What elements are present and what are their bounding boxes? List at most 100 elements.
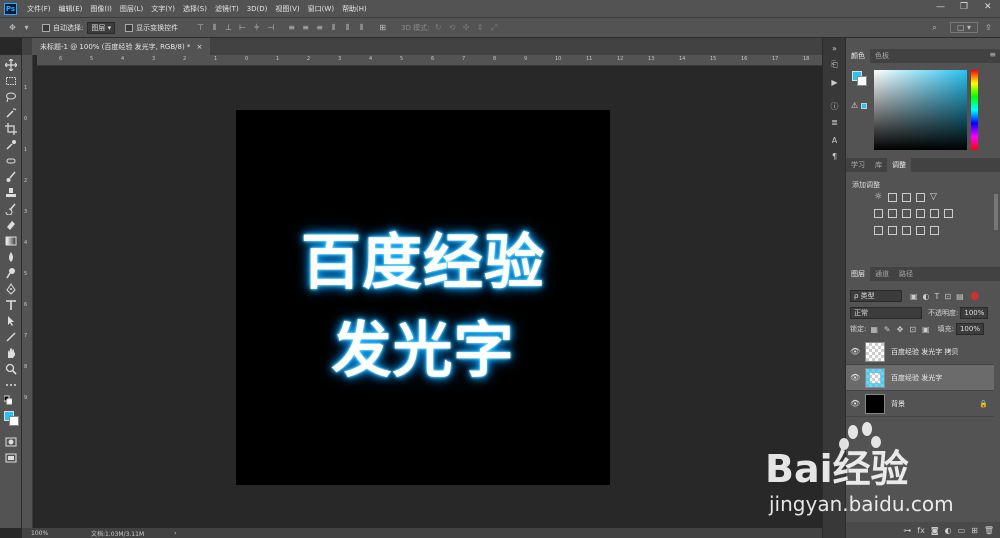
layer-name[interactable]: 百度经验 发光字 [891, 373, 942, 383]
auto-select-checkbox[interactable] [42, 23, 50, 32]
panel-menu-icon[interactable]: ≡ [989, 50, 996, 59]
scale-3d-icon[interactable]: ⤢ [490, 23, 499, 32]
chevron-down-icon[interactable]: ▾ [22, 23, 31, 32]
color-swatches[interactable] [4, 411, 20, 427]
tab-adjustments[interactable]: 调整 [887, 158, 911, 172]
canvas-workspace[interactable]: 百度经验 发光字 [33, 66, 822, 528]
new-adjustment-icon[interactable]: ◐ [945, 526, 952, 535]
gradient-tool-icon[interactable] [4, 234, 18, 248]
paragraph-panel-icon[interactable]: ¶ [828, 150, 841, 163]
posterize-icon[interactable] [888, 226, 897, 235]
threshold-icon[interactable] [902, 226, 911, 235]
search-icon[interactable]: ⌕ [930, 23, 939, 32]
layer-name[interactable]: 背景 [891, 399, 905, 409]
levels-icon[interactable] [888, 193, 897, 202]
eyedropper-tool-icon[interactable] [4, 138, 18, 152]
adjust-panel-scrollbar[interactable] [994, 194, 998, 230]
curves-icon[interactable] [902, 193, 911, 202]
black-white-icon[interactable] [902, 209, 911, 218]
lasso-tool-icon[interactable] [4, 90, 18, 104]
menu-layer[interactable]: 图层(L) [116, 4, 147, 14]
tab-libraries[interactable]: 库 [870, 158, 887, 172]
color-lookup-icon[interactable] [944, 209, 953, 218]
invert-icon[interactable] [874, 226, 883, 235]
distribute-bottom-icon[interactable]: ≡ [315, 23, 324, 32]
layer-row-selected[interactable]: 👁 百度经验 发光字 [846, 365, 994, 391]
history-panel-icon[interactable]: ⎗ [828, 58, 841, 71]
background-color-swatch[interactable] [9, 416, 19, 426]
lock-options-icons[interactable]: ▦✎✥⊡▣ [870, 325, 935, 334]
layer-style-icon[interactable]: fx [917, 526, 925, 535]
document-tab[interactable]: 未标题-1 @ 100% (百度经验 发光字, RGB/8) * × [32, 38, 211, 55]
zoom-level[interactable]: 100% [31, 530, 71, 537]
more-tools-icon[interactable] [4, 378, 18, 392]
healing-brush-tool-icon[interactable] [4, 154, 18, 168]
blur-tool-icon[interactable] [4, 250, 18, 264]
align-top-icon[interactable]: ⊤ [196, 23, 205, 32]
hue-saturation-icon[interactable] [874, 209, 883, 218]
actions-panel-icon[interactable]: ▶ [828, 76, 841, 89]
distribute-hcenter-icon[interactable]: ⦀ [343, 23, 352, 32]
align-hcenter-icon[interactable]: ⫩ [252, 23, 261, 32]
delete-layer-icon[interactable]: 🗑 [984, 526, 994, 535]
drag-3d-icon[interactable]: ✣ [462, 23, 471, 32]
move-tool-icon[interactable]: ✥ [8, 23, 17, 32]
distribute-vcenter-icon[interactable]: ≡ [301, 23, 310, 32]
menu-help[interactable]: 帮助(H) [338, 4, 371, 14]
menu-filter[interactable]: 滤镜(T) [211, 4, 243, 14]
auto-select-dropdown[interactable]: 图层 ▾ [87, 21, 116, 34]
menu-image[interactable]: 图像(I) [86, 4, 116, 14]
tab-layers[interactable]: 图层 [846, 267, 870, 281]
vibrance-icon[interactable]: ▽ [930, 193, 939, 202]
info-panel-icon[interactable]: ⓘ [828, 100, 841, 113]
photo-filter-icon[interactable] [916, 209, 925, 218]
new-group-icon[interactable]: ▭ [958, 526, 966, 535]
line-tool-icon[interactable] [4, 330, 18, 344]
screen-mode-icon[interactable] [4, 451, 18, 465]
auto-align-icon[interactable]: ⊞ [378, 23, 387, 32]
eraser-tool-icon[interactable] [4, 218, 18, 232]
character-panel-icon[interactable]: A [828, 134, 841, 147]
crop-tool-icon[interactable] [4, 122, 18, 136]
dodge-tool-icon[interactable] [4, 266, 18, 280]
menu-file[interactable]: 文件(F) [23, 4, 55, 14]
gradient-map-icon[interactable] [930, 226, 939, 235]
new-layer-icon[interactable]: ⊞ [971, 526, 978, 535]
eye-icon[interactable]: 👁 [850, 347, 860, 356]
close-tab-icon[interactable]: × [196, 43, 202, 51]
align-vcenter-icon[interactable]: ⫴ [210, 23, 219, 32]
distribute-left-icon[interactable]: ⦀ [329, 23, 338, 32]
exposure-icon[interactable] [916, 193, 925, 202]
filter-toggle-icon[interactable] [970, 292, 979, 300]
menu-window[interactable]: 窗口(W) [304, 4, 338, 14]
properties-panel-icon[interactable]: ≣ [828, 116, 841, 129]
layer-row[interactable]: 👁 背景 🔒 [846, 391, 994, 417]
tab-learn[interactable]: 学习 [846, 158, 870, 172]
eye-icon[interactable]: 👁 [850, 373, 860, 382]
collapse-arrows-icon[interactable]: » [828, 42, 841, 55]
align-bottom-icon[interactable]: ⊥ [224, 23, 233, 32]
web-safe-swatch[interactable] [861, 103, 867, 109]
tab-channels[interactable]: 通道 [870, 267, 894, 281]
slide-3d-icon[interactable]: ⇕ [476, 23, 485, 32]
maximize-button[interactable]: ❐ [960, 2, 968, 12]
align-left-icon[interactable]: ⊢ [238, 23, 247, 32]
distribute-right-icon[interactable]: ⦀ [357, 23, 366, 32]
quick-mask-icon[interactable] [4, 435, 18, 449]
fill-input[interactable]: 100% [955, 323, 984, 335]
warning-icon[interactable]: ⚠ [851, 101, 858, 110]
menu-view[interactable]: 视图(V) [271, 4, 303, 14]
tab-paths[interactable]: 路径 [894, 267, 918, 281]
selective-color-icon[interactable] [916, 226, 925, 235]
tab-swatches[interactable]: 色板 [870, 49, 894, 63]
tab-color[interactable]: 颜色 [846, 49, 870, 63]
path-selection-tool-icon[interactable] [4, 314, 18, 328]
move-tool-icon[interactable] [4, 58, 18, 72]
align-right-icon[interactable]: ⊣ [266, 23, 275, 32]
roll-3d-icon[interactable]: ⟲ [448, 23, 457, 32]
minimize-button[interactable]: — [936, 2, 945, 12]
hue-slider[interactable] [971, 70, 978, 150]
magic-wand-tool-icon[interactable] [4, 106, 18, 120]
type-tool-icon[interactable] [4, 298, 18, 312]
layer-name[interactable]: 百度经验 发光字 拷贝 [891, 347, 958, 357]
